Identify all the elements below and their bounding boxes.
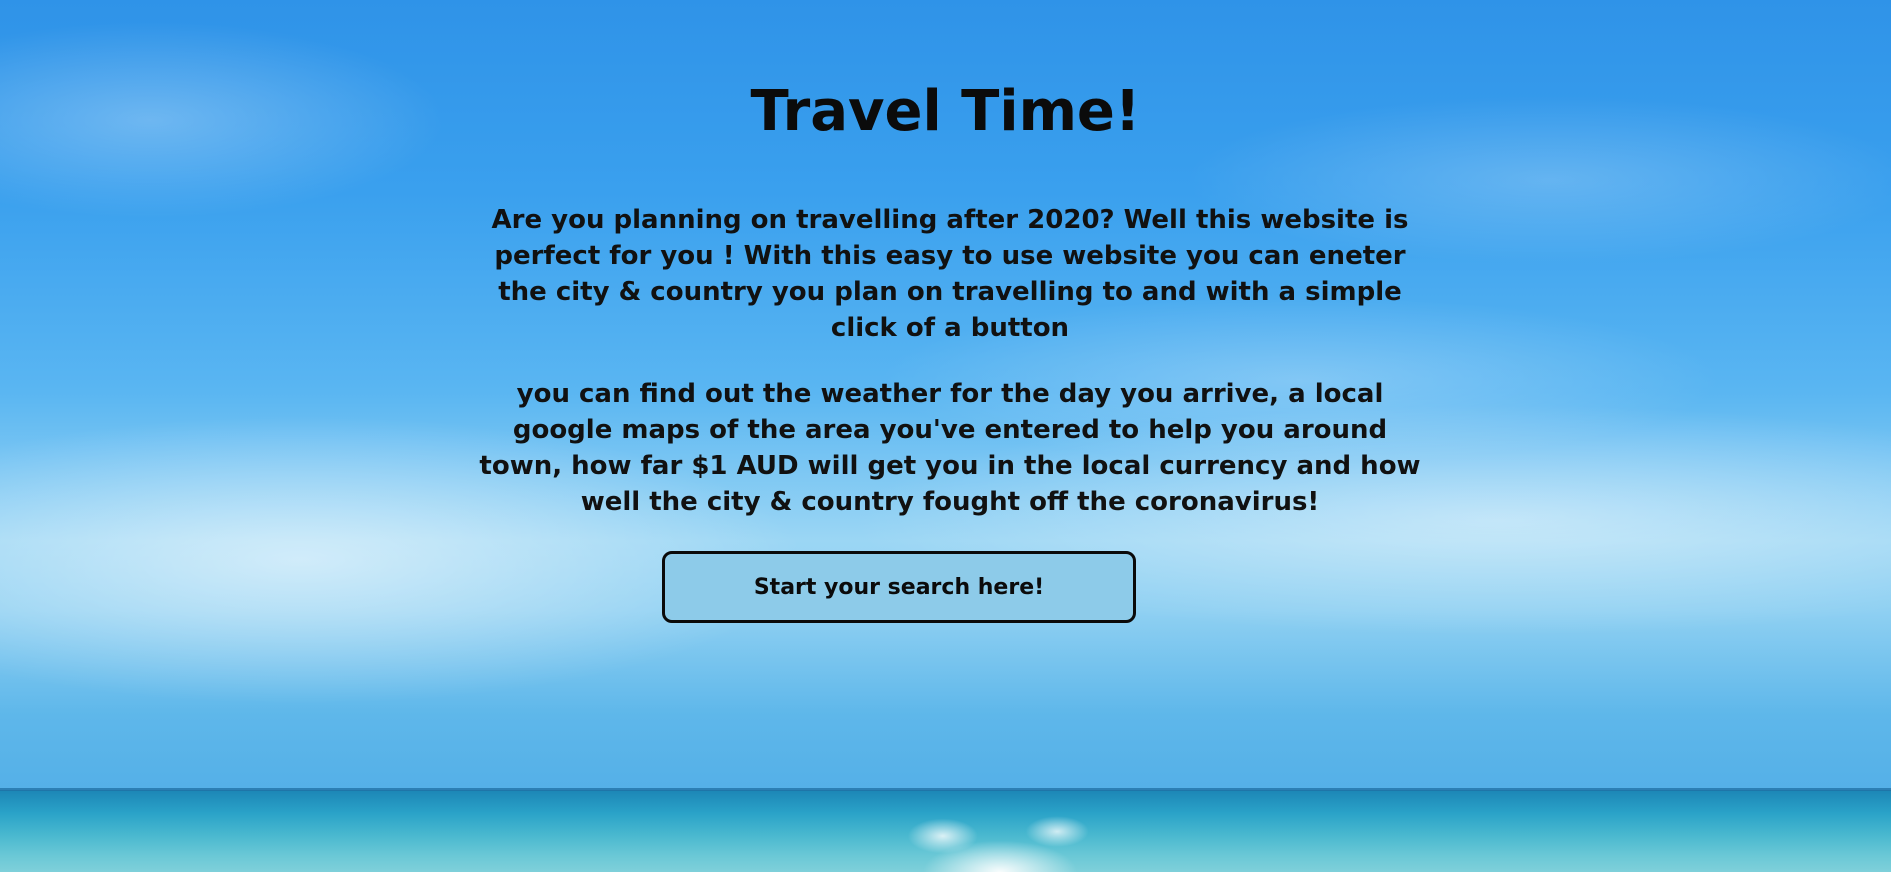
start-search-button[interactable]: Start your search here! (662, 551, 1136, 623)
horizon-line (0, 788, 1891, 791)
intro-paragraph-1: Are you planning on travelling after 202… (491, 205, 1409, 343)
intro-paragraph-2: you can find out the weather for the day… (479, 379, 1421, 517)
page-title: Travel Time! (750, 79, 1141, 144)
wave-splash (870, 800, 1130, 872)
